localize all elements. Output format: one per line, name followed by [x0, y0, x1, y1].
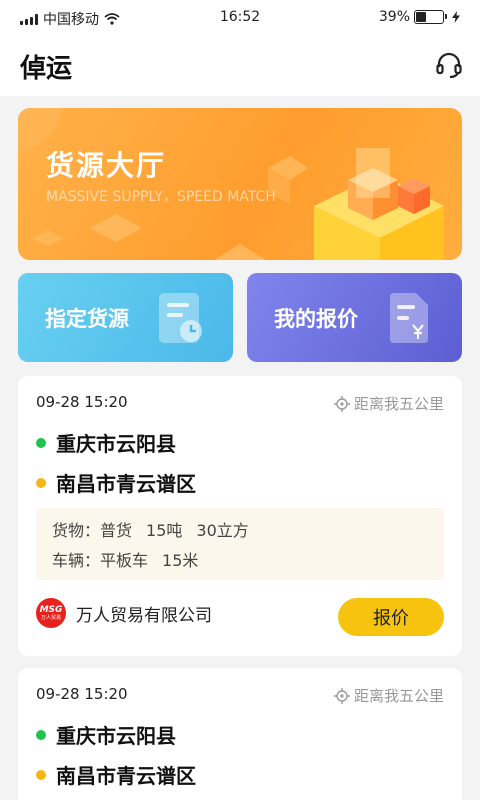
- listing-distance: 距离我五公里: [333, 685, 444, 706]
- origin-dot: [36, 437, 46, 448]
- designated-cargo-button[interactable]: 指定货源: [18, 273, 233, 362]
- company-logo: MSG 万人贸易: [36, 598, 66, 628]
- battery-icon: [414, 10, 447, 24]
- origin: 重庆市云阳县: [36, 720, 176, 749]
- quote-button[interactable]: 报价: [338, 598, 444, 636]
- company-name: 万人贸易有限公司: [76, 605, 212, 626]
- destination-text: 南昌市青云谱区: [56, 764, 196, 788]
- listing-distance: 距离我五公里: [333, 393, 444, 414]
- status-bar: 中国移动 16:52 39%: [0, 0, 480, 34]
- listing-time: 09-28 15:20: [36, 393, 128, 411]
- my-quotes-button[interactable]: 我的报价: [247, 273, 462, 362]
- page-title: 倬运: [20, 54, 73, 84]
- cargo-hall-banner[interactable]: 货源大厅 MASSIVE SUPPLY，SPEED MATCH: [18, 108, 462, 260]
- document-yen-icon: [390, 293, 428, 343]
- vehicle-length: 15米: [162, 551, 199, 570]
- locate-icon: [333, 395, 350, 412]
- charging-icon: [452, 11, 460, 23]
- cargo-listing-card[interactable]: 09-28 15:20 距离我五公里 重庆市云阳县 南昌市青云谱区 货物：普货 1…: [18, 376, 462, 656]
- distance-text: 距离我五公里: [353, 395, 444, 413]
- banner-title: 货源大厅: [46, 149, 167, 182]
- cargo-row: 货物：普货 15吨 30立方: [52, 516, 428, 546]
- origin-dot: [36, 729, 46, 740]
- cargo-weight: 15吨: [146, 521, 183, 540]
- destination: 南昌市青云谱区: [36, 468, 196, 497]
- destination-dot: [36, 477, 46, 488]
- banner-subtitle: MASSIVE SUPPLY，SPEED MATCH: [46, 189, 276, 205]
- headset-icon[interactable]: [434, 50, 464, 80]
- vehicle-label: 车辆：: [52, 551, 101, 570]
- destination-text: 南昌市青云谱区: [56, 472, 196, 496]
- document-clock-icon: [159, 293, 202, 343]
- cargo-listing-card[interactable]: 09-28 15:20 距离我五公里 重庆市云阳县 南昌市青云谱区: [18, 668, 462, 800]
- cargo-type: 普货: [100, 521, 133, 540]
- status-right: 39%: [379, 9, 460, 25]
- boxes-illustration: [18, 108, 444, 260]
- destination-dot: [36, 769, 46, 780]
- locate-icon: [333, 687, 350, 704]
- app-header: 倬运: [0, 34, 480, 96]
- vehicle-row: 车辆：平板车 15米: [52, 546, 428, 576]
- listing-time: 09-28 15:20: [36, 685, 128, 703]
- tile-label: 我的报价: [274, 307, 358, 331]
- cargo-volume: 30立方: [196, 521, 249, 540]
- company-info: MSG 万人贸易 万人贸易有限公司: [36, 598, 212, 628]
- origin: 重庆市云阳县: [36, 428, 176, 457]
- vehicle-type: 平板车: [100, 551, 149, 570]
- battery-percent: 39%: [378, 9, 410, 25]
- cargo-label: 货物：: [52, 521, 101, 540]
- distance-text: 距离我五公里: [353, 687, 444, 705]
- destination: 南昌市青云谱区: [36, 760, 196, 789]
- origin-text: 重庆市云阳县: [56, 432, 176, 456]
- tile-label: 指定货源: [45, 307, 129, 331]
- cargo-info-box: 货物：普货 15吨 30立方 车辆：平板车 15米: [36, 508, 444, 580]
- origin-text: 重庆市云阳县: [56, 724, 176, 748]
